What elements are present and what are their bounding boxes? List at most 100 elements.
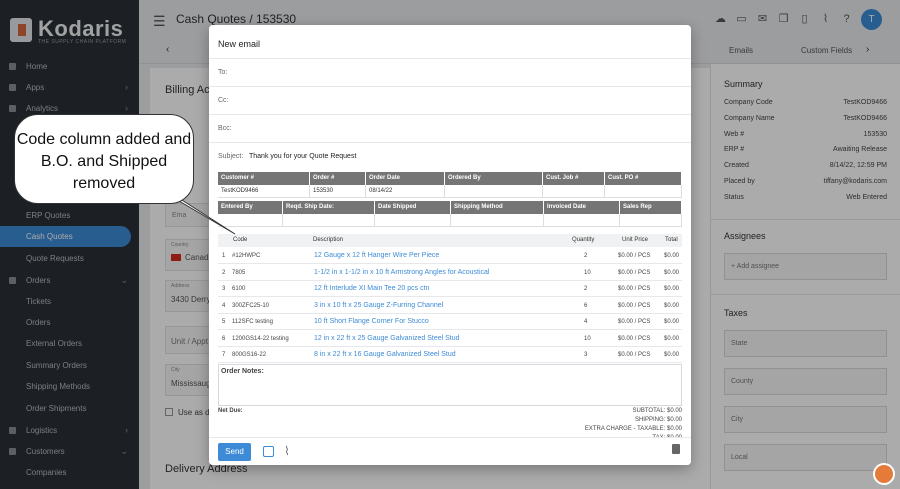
line-number: 4 (222, 302, 226, 309)
dialog-footer: Send ⌇ (209, 437, 691, 465)
line-total: $0.00 (664, 319, 680, 325)
line-unit-price: $0.00 / PCS (618, 269, 651, 276)
send-button[interactable]: Send (218, 443, 251, 461)
annotation-callout: Code column added and B.O. and Shipped r… (14, 114, 194, 204)
line-number: 5 (222, 319, 226, 325)
info-value-cell: 153530 (310, 185, 366, 198)
info-value-cell (445, 185, 543, 198)
info-header-cell: Date Shipped (375, 201, 451, 214)
subject-value[interactable]: Thank you for your Quote Request (249, 153, 356, 160)
line-number: 3 (222, 286, 226, 292)
line-quantity: 6 (584, 302, 588, 309)
line-description-link[interactable]: 10 ft Short Flange Corner For Stucco (314, 318, 429, 325)
line-item-row: 7 800GS16-22 8 in x 22 ft x 16 Gauge Galva… (218, 347, 682, 363)
line-item-row: 6 1200GS14-22 testing 12 in x 22 ft x 25 G… (218, 331, 682, 347)
line-total: $0.00 (664, 269, 680, 276)
line-total: $0.00 (664, 286, 680, 292)
line-item-row: 5 112SFC testing 10 ft Short Flange Corner… (218, 314, 682, 330)
line-unit-price: $0.00 / PCS (618, 286, 651, 292)
info-header-cell: Reqd. Ship Date: (283, 201, 375, 214)
cc-label: Cc: (218, 97, 229, 104)
info-header-cell: Cust. Job # (543, 172, 605, 185)
line-description-link[interactable]: 8 in x 22 ft x 16 Gauge Galvanized Steel… (314, 351, 456, 358)
info-header-cell: Invoiced Date (544, 201, 620, 214)
subject-field[interactable]: Subject: Thank you for your Quote Reques… (209, 142, 691, 170)
line-number: 6 (222, 335, 226, 342)
line-code: 112SFC testing (232, 319, 273, 325)
line-quantity: 10 (584, 335, 591, 342)
info-header-cell: Shipping Method (451, 201, 544, 214)
col-header-code: Code (233, 234, 248, 247)
line-item-row: 4 300ZFC25-10 3 in x 10 ft x 25 Gauge Z-Fu… (218, 298, 682, 314)
total-line: EXTRA CHARGE - TAXABLE: $0.00 (584, 426, 682, 432)
cc-field[interactable]: Cc: (209, 86, 691, 114)
col-header-quantity: Quantity (572, 234, 595, 247)
line-quantity: 3 (584, 352, 588, 358)
line-description-link[interactable]: 12 Gauge x 12 ft Hanger Wire Per Piece (314, 252, 439, 259)
line-quantity: 10 (584, 269, 591, 276)
line-quantity: 2 (584, 253, 588, 259)
line-unit-price: $0.00 / PCS (618, 319, 651, 325)
order-notes-box: Order Notes: (218, 364, 682, 406)
line-total: $0.00 (664, 335, 680, 342)
info-value-cell (451, 214, 544, 227)
to-label: To: (218, 69, 228, 76)
line-item-row: 3 6100 12 ft Interlude XI Main Tee 20 pcs … (218, 281, 682, 297)
info-header-cell: Order Date (366, 172, 445, 185)
line-number: 2 (222, 269, 226, 276)
total-line: SUBTOTAL: $0.00 (632, 408, 682, 414)
line-description-link[interactable]: 12 ft Interlude XI Main Tee 20 pcs ctn (314, 285, 429, 292)
col-header-total: Total (665, 234, 678, 247)
to-field[interactable]: To: (209, 58, 691, 86)
info-value-cell (544, 214, 620, 227)
info-header-cell: Entered By (218, 201, 283, 214)
bcc-label: Bcc: (218, 125, 232, 132)
info-value-cell (375, 214, 451, 227)
line-total: $0.00 (664, 253, 680, 259)
line-code: 1200GS14-22 testing (232, 335, 289, 342)
line-code: 300ZFC25-10 (232, 302, 270, 309)
line-unit-price: $0.00 / PCS (618, 335, 651, 342)
info-value-cell (605, 185, 682, 198)
col-header-unit-price: Unit Price (622, 234, 649, 247)
line-description-link[interactable]: 1-1/2 in x 1-1/2 in x 10 ft Armstrong An… (314, 269, 489, 276)
line-item-row: 1 #12HWPC 12 Gauge x 12 ft Hanger Wire Per… (218, 248, 682, 264)
subject-label: Subject: (218, 153, 244, 160)
info-header-cell: Sales Rep (620, 201, 682, 214)
line-unit-price: $0.00 / PCS (618, 302, 651, 309)
info-value-cell: 08/14/22 (366, 185, 445, 198)
insert-template-icon[interactable] (263, 446, 274, 457)
net-due-label: Net Due: (218, 408, 243, 414)
line-number: 7 (222, 352, 226, 358)
new-email-dialog: New email To: Cc: Bcc: Subject: Thank yo… (209, 25, 691, 465)
info-header-cell: Order # (310, 172, 366, 185)
bcc-field[interactable]: Bcc: (209, 114, 691, 142)
line-code: 800GS16-22 (232, 352, 267, 358)
col-header-description: Description (313, 234, 344, 247)
line-description-link[interactable]: 12 in x 22 ft x 25 Gauge Galvanized Stee… (314, 335, 460, 342)
line-code: 6100 (232, 286, 246, 292)
info-value-cell: TestKOD9466 (218, 185, 310, 198)
line-code: #12HWPC (232, 253, 261, 259)
line-unit-price: $0.00 / PCS (618, 253, 651, 259)
line-total: $0.00 (664, 302, 680, 309)
email-body[interactable]: Customer # TestKOD9466 Order #153530 Order … (218, 172, 682, 437)
info-header-cell: Customer # (218, 172, 310, 185)
line-number: 1 (222, 253, 226, 259)
line-quantity: 4 (584, 319, 588, 325)
info-value-cell (620, 214, 682, 227)
info-header-cell: Cust. PO # (605, 172, 682, 185)
attach-file-icon[interactable]: ⌇ (284, 444, 290, 458)
line-header-bg (218, 234, 682, 247)
line-quantity: 2 (584, 286, 588, 292)
order-notes-label: Order Notes: (221, 368, 264, 375)
info-value-cell (543, 185, 605, 198)
line-unit-price: $0.00 / PCS (618, 352, 651, 358)
info-value-cell (283, 214, 375, 227)
line-total: $0.00 (664, 352, 680, 358)
line-code: 7805 (232, 269, 246, 276)
total-line: SHIPPING: $0.00 (634, 417, 682, 423)
chat-support-icon[interactable] (873, 463, 895, 485)
delete-draft-icon[interactable] (672, 444, 680, 454)
line-description-link[interactable]: 3 in x 10 ft x 25 Gauge Z-Furring Channe… (314, 302, 443, 309)
